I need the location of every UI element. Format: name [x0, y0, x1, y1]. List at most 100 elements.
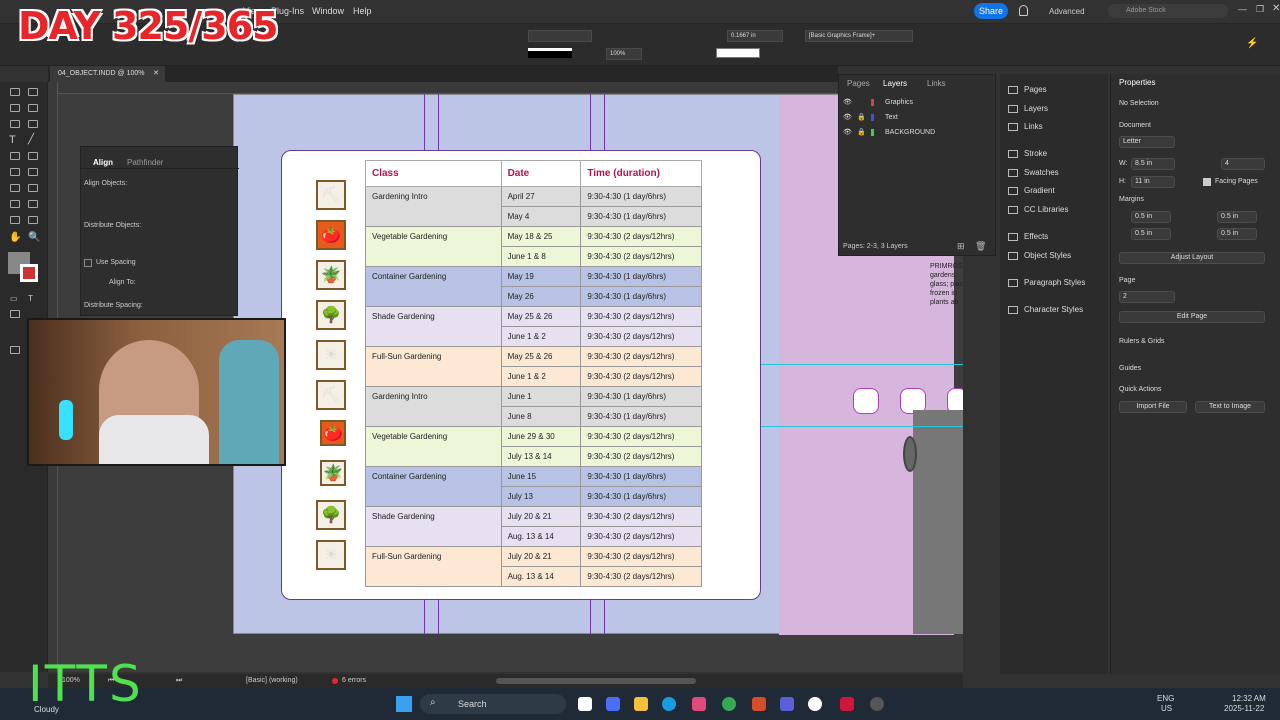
time-cell[interactable]: 9:30-4:30 (1 day/6hrs): [580, 186, 702, 207]
hand-tool-icon[interactable]: ✋: [9, 232, 21, 243]
chrome-icon[interactable]: [722, 697, 736, 711]
minimize-icon[interactable]: —: [1238, 4, 1247, 14]
lightbulb-icon[interactable]: [1019, 5, 1028, 16]
image-frame[interactable]: [913, 410, 963, 634]
time-cell[interactable]: 9:30-4:30 (1 day/6hrs): [580, 486, 702, 507]
menu-help[interactable]: Help: [353, 6, 372, 16]
time-cell[interactable]: 9:30-4:30 (2 days/12hrs): [580, 346, 702, 367]
date-cell[interactable]: June 8: [500, 406, 582, 427]
selection-tool-icon[interactable]: [10, 88, 20, 96]
dock-item-effects[interactable]: Effects: [1008, 229, 1048, 245]
dock-item-object-styles[interactable]: Object Styles: [1008, 248, 1071, 264]
date-cell[interactable]: June 29 & 30: [500, 426, 582, 447]
use-spacing-checkbox[interactable]: [84, 259, 92, 267]
date-cell[interactable]: Aug. 13 & 14: [500, 526, 582, 547]
date-cell[interactable]: June 1: [500, 386, 582, 407]
date-cell[interactable]: June 1 & 8: [500, 246, 582, 267]
date-cell[interactable]: July 20 & 21: [500, 546, 582, 567]
share-button[interactable]: Share: [974, 3, 1008, 19]
formatting-affects-text-icon[interactable]: T: [28, 294, 33, 303]
class-cell[interactable]: Shade Gardening: [365, 506, 502, 547]
time-cell[interactable]: 9:30-4:30 (2 days/12hrs): [580, 226, 702, 247]
eye-icon[interactable]: 👁: [843, 95, 852, 110]
quick-apply-icon[interactable]: ⚡: [1246, 38, 1258, 49]
object-style-field[interactable]: [Basic Graphics Frame]+: [805, 30, 913, 42]
stroke-type-swatch[interactable]: [528, 48, 572, 58]
height-field[interactable]: 11 in: [1131, 176, 1175, 188]
scissors-tool-icon[interactable]: [10, 184, 20, 192]
content-placer-icon[interactable]: [28, 120, 38, 128]
pencil-tool-icon[interactable]: [28, 152, 38, 160]
app-icon[interactable]: [752, 697, 766, 711]
direct-selection-tool-icon[interactable]: [28, 88, 38, 96]
eye-icon[interactable]: 👁: [843, 110, 852, 125]
pen-tool-icon[interactable]: [10, 152, 20, 160]
class-cell[interactable]: Container Gardening: [365, 266, 502, 307]
class-cell[interactable]: Gardening Intro: [365, 386, 502, 427]
schedule-table[interactable]: Class Date Time (duration) Gardening Int…: [365, 160, 702, 587]
time-cell[interactable]: 9:30-4:30 (1 day/6hrs): [580, 286, 702, 307]
screen-mode-icon[interactable]: [10, 346, 20, 354]
document-tab[interactable]: 04_OBJECT.INDD @ 100% ✕: [50, 66, 165, 82]
stroke-offset-field[interactable]: 0.1667 in: [727, 30, 783, 42]
lock-icon[interactable]: 🔒: [857, 125, 866, 140]
date-cell[interactable]: April 27: [500, 186, 582, 207]
close-window-icon[interactable]: ✕: [1272, 3, 1280, 14]
time-cell[interactable]: 9:30-4:30 (2 days/12hrs): [580, 306, 702, 327]
horizontal-scrollbar[interactable]: [496, 678, 696, 684]
date-cell[interactable]: May 18 & 25: [500, 226, 582, 247]
time-cell[interactable]: 9:30-4:30 (1 day/6hrs): [580, 386, 702, 407]
eyedropper-tool-icon[interactable]: [28, 216, 38, 224]
rectangle-frame-tool-icon[interactable]: [10, 168, 20, 176]
time-cell[interactable]: 9:30-4:30 (1 day/6hrs): [580, 206, 702, 227]
dock-item-links[interactable]: Links: [1008, 119, 1043, 135]
date-cell[interactable]: May 19: [500, 266, 582, 287]
formatting-affects-container-icon[interactable]: ▭: [10, 294, 18, 303]
date-cell[interactable]: May 25 & 26: [500, 306, 582, 327]
time-cell[interactable]: 9:30-4:30 (1 day/6hrs): [580, 266, 702, 287]
date-cell[interactable]: July 13 & 14: [500, 446, 582, 467]
delete-layer-icon[interactable]: 🗑: [975, 241, 986, 252]
date-cell[interactable]: May 25 & 26: [500, 346, 582, 367]
class-cell[interactable]: Gardening Intro: [365, 186, 502, 227]
frame-placeholder[interactable]: [853, 388, 879, 414]
app-icon[interactable]: [870, 697, 884, 711]
tab-links[interactable]: Links: [927, 79, 946, 88]
preflight-profile[interactable]: [Basic] (working): [246, 677, 298, 684]
content-collector-icon[interactable]: [10, 120, 20, 128]
date-cell[interactable]: May 26: [500, 286, 582, 307]
taskbar-search[interactable]: Search: [420, 694, 566, 714]
margin-bottom-field[interactable]: 0.5 in: [1131, 228, 1171, 240]
zoom-tool-icon[interactable]: 🔍: [28, 232, 40, 243]
close-tab-icon[interactable]: ✕: [153, 66, 159, 82]
dock-item-gradient[interactable]: Gradient: [1008, 183, 1055, 199]
workspace-switcher[interactable]: Advanced: [1049, 7, 1085, 16]
time-cell[interactable]: 9:30-4:30 (2 days/12hrs): [580, 566, 702, 587]
music-icon[interactable]: [808, 697, 822, 711]
date-cell[interactable]: May 4: [500, 206, 582, 227]
class-cell[interactable]: Vegetable Gardening: [365, 426, 502, 467]
adobe-stock-search[interactable]: Adobe Stock: [1108, 4, 1228, 18]
date-cell[interactable]: June 1 & 2: [500, 366, 582, 387]
width-field[interactable]: 8.5 in: [1131, 158, 1175, 170]
gradient-tool-icon[interactable]: [10, 200, 20, 208]
dock-item-character-styles[interactable]: Character Styles: [1008, 302, 1083, 318]
lock-icon[interactable]: 🔒: [857, 110, 866, 125]
margin-outside-field[interactable]: 0.5 in: [1217, 228, 1257, 240]
class-cell[interactable]: Vegetable Gardening: [365, 226, 502, 267]
free-transform-tool-icon[interactable]: [28, 184, 38, 192]
time-cell[interactable]: 9:30-4:30 (2 days/12hrs): [580, 446, 702, 467]
copilot-icon[interactable]: [606, 697, 620, 711]
menu-window[interactable]: Window: [312, 6, 344, 16]
layer-row[interactable]: 👁 🔒 BACKGROUND: [839, 125, 995, 140]
fill-color-swatch[interactable]: [716, 48, 760, 58]
date-cell[interactable]: July 20 & 21: [500, 506, 582, 527]
class-cell[interactable]: Full-Sun Gardening: [365, 346, 502, 387]
page-tool-icon[interactable]: [10, 104, 20, 112]
edge-icon[interactable]: [662, 697, 676, 711]
layer-row[interactable]: 👁 🔒 Text: [839, 110, 995, 125]
gap-tool-icon[interactable]: [28, 104, 38, 112]
line-tool-icon[interactable]: ╱: [28, 134, 34, 145]
time-cell[interactable]: 9:30-4:30 (2 days/12hrs): [580, 246, 702, 267]
adjust-layout-button[interactable]: Adjust Layout: [1119, 252, 1265, 264]
